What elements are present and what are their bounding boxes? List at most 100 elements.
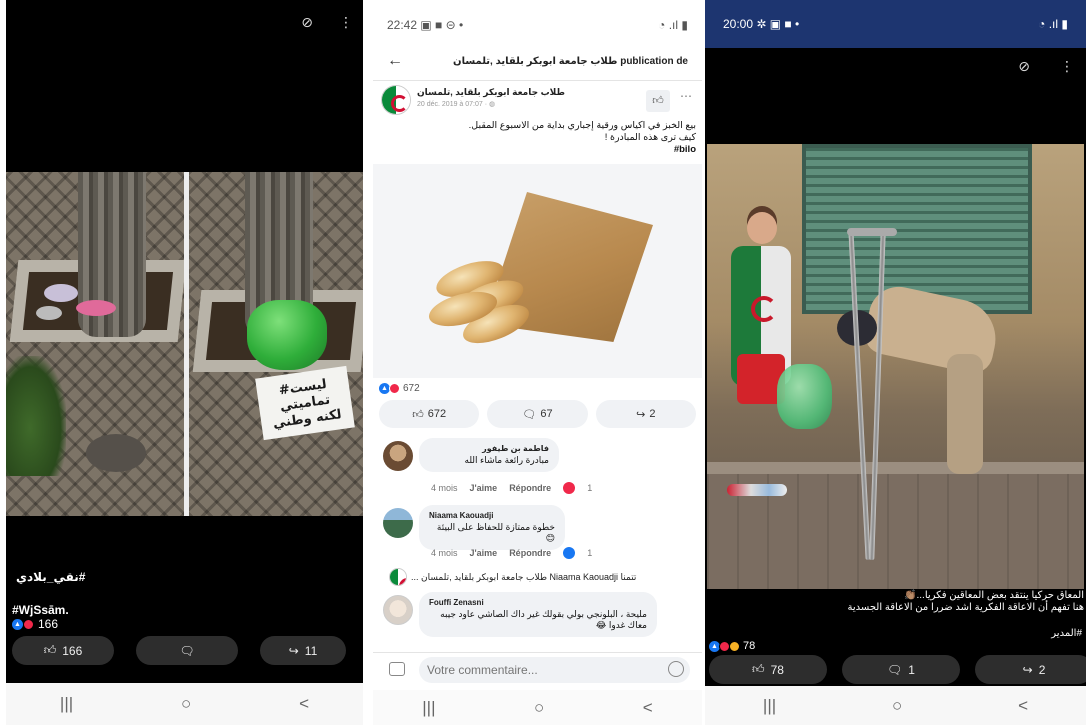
reaction-summary[interactable]: ▲ 672 xyxy=(379,383,420,394)
comment-composer xyxy=(373,652,702,686)
recents-nav-button[interactable]: ||| xyxy=(60,694,73,714)
post-timestamp[interactable]: 20 déc. 2019 à 07:07 · ◍ xyxy=(417,100,495,108)
comment-like-button[interactable]: J'aime xyxy=(470,548,498,558)
haha-reaction-icon xyxy=(729,640,740,652)
comment-meta: 4 mois J'aime Répondre 1 xyxy=(431,547,592,559)
post-hashtag[interactable]: #المدير xyxy=(1051,628,1082,639)
action-bar: 👍︎ 166 🗨︎ ↪ 11 xyxy=(12,636,346,665)
comment-count: 67 xyxy=(540,408,553,420)
author-name[interactable]: طلاب جامعة ابوبكر بلقايد ,تلمسان xyxy=(417,87,565,98)
comment-like-button[interactable]: J'aime xyxy=(470,483,498,493)
comment-bubble[interactable]: Niaama Kaouadji خطوة ممتازة للحفاظ على ا… xyxy=(419,505,565,550)
post-image[interactable] xyxy=(373,164,702,378)
share-button[interactable]: ↪ 2 xyxy=(595,400,696,428)
comment-count: 1 xyxy=(908,662,915,677)
comment-input[interactable] xyxy=(419,657,690,683)
share-button[interactable]: ↪ 11 xyxy=(260,636,346,665)
post-hashtag[interactable]: bilo# xyxy=(383,144,696,156)
status-bar: 20:00 ✲ ▣ ■ • ◔ .ıl ▮ xyxy=(705,0,1086,48)
post-text: بيع الخبز في اكياس ورقية إجباري بداية من… xyxy=(383,120,696,156)
post-text-line-2: كيف ترى هذه المبادرة ! xyxy=(604,132,696,143)
back-arrow-icon[interactable]: ← xyxy=(387,52,403,70)
like-page-button[interactable]: 👍︎ xyxy=(646,90,670,112)
status-time: 20:00 xyxy=(723,17,754,31)
screen-right: 20:00 ✲ ▣ ■ • ◔ .ıl ▮ ⊘ ⋮ المعاق حركيا ي… xyxy=(705,0,1086,725)
post-caption: المعاق حركيا ينتقد بعض المعاقين فكريا...… xyxy=(707,590,1085,614)
comment-text: مليحة ، البلونجي بولي بقولك غير داك الصا… xyxy=(440,609,647,630)
post-author: طلاب جامعة ابوبكر بلقايد ,تلمسان 20 déc.… xyxy=(381,85,692,115)
like-button[interactable]: 👍︎ 672 xyxy=(379,400,480,428)
home-nav-button[interactable]: ○ xyxy=(181,694,191,714)
litter-bottles xyxy=(727,484,787,496)
more-options-icon[interactable]: ⋯ xyxy=(680,89,692,103)
commenter-name[interactable]: Niaama Kaouadji xyxy=(429,511,555,520)
share-count: 11 xyxy=(304,643,318,658)
comment-icon: 🗨︎ xyxy=(887,662,903,677)
comment-button[interactable]: 🗨︎ 67 xyxy=(487,400,588,428)
caption-line-2: هنا تفهم أن الاعاقة الفكرية اشد ضررا من … xyxy=(847,602,1085,613)
emoji-icon[interactable] xyxy=(668,661,684,677)
back-nav-button[interactable]: < xyxy=(643,698,653,718)
caption-line-1: المعاق حركيا ينتقد بعض المعاقين فكريا...… xyxy=(904,590,1084,601)
more-options-icon[interactable]: ⋮ xyxy=(339,14,353,31)
like-button[interactable]: 👍︎ 166 xyxy=(12,636,114,665)
home-nav-button[interactable]: ○ xyxy=(892,696,902,716)
post-caption-hashtag[interactable]: نقي_بلادي# xyxy=(16,570,351,584)
commenter-avatar[interactable] xyxy=(383,595,413,625)
recents-nav-button[interactable]: ||| xyxy=(422,698,435,718)
comment-meta: 4 mois J'aime Répondre 1 xyxy=(431,482,592,494)
comment-icon: 🗨︎ xyxy=(179,643,195,658)
recents-nav-button[interactable]: ||| xyxy=(763,696,776,716)
share-count: 2 xyxy=(1038,662,1046,677)
commenter-avatar[interactable] xyxy=(383,508,413,538)
comment-time: 4 mois xyxy=(431,548,458,558)
comment-button[interactable]: 🗨︎ 1 xyxy=(842,655,960,684)
action-bar: 👍︎ 78 🗨︎ 1 ↪ 2 xyxy=(709,655,1086,684)
commenter-avatar[interactable] xyxy=(383,441,413,471)
comment-bubble[interactable]: Fouffi Zenasni مليحة ، البلونجي بولي بقو… xyxy=(419,592,657,637)
post-text-line-1: بيع الخبز في اكياس ورقية إجباري بداية من… xyxy=(468,120,696,131)
share-icon: ↪ xyxy=(1022,662,1033,677)
comment-reply-button[interactable]: Répondre xyxy=(509,483,551,493)
post-photo[interactable]: #ليست تماميتي لكنه وطني xyxy=(6,172,363,516)
comment-bubble[interactable]: فاطمة بن طيفور مبادرة رائعة ماشاء الله xyxy=(419,438,559,472)
page-avatar xyxy=(389,568,407,586)
comment-reply-button[interactable]: Répondre xyxy=(509,548,551,558)
home-nav-button[interactable]: ○ xyxy=(534,698,544,718)
status-time: 22:42 xyxy=(387,18,418,32)
comment-text: مبادرة رائعة ماشاء الله xyxy=(464,455,550,465)
reaction-summary[interactable]: ▲ 78 xyxy=(709,640,755,652)
screen-left: ⊘ ⋮ #ليست تماميتي لكنه وطني نقي_بلادي# #… xyxy=(6,0,363,725)
shared-reply-line[interactable]: تتمنا Niaama Kaouadji طلاب جامعة ابوبكر … xyxy=(389,568,692,586)
more-options-icon[interactable]: ⋮ xyxy=(1060,58,1074,75)
comment-time: 4 mois xyxy=(431,483,458,493)
share-button[interactable]: ↪ 2 xyxy=(975,655,1086,684)
green-trash-bag xyxy=(777,364,832,429)
post-caption-tag[interactable]: #WjSsām. xyxy=(12,603,69,617)
commenter-name[interactable]: فاطمة بن طيفور xyxy=(429,444,549,453)
share-icon: ↪ xyxy=(288,643,299,658)
crutch-handle xyxy=(847,228,897,236)
photo-after: #ليست تماميتي لكنه وطني xyxy=(189,172,363,516)
status-icons-left: ✲ ▣ ■ • xyxy=(756,17,800,31)
comment: Niaama Kaouadji خطوة ممتازة للحفاظ على ا… xyxy=(383,505,692,565)
page-avatar[interactable] xyxy=(381,85,411,115)
tag-icon[interactable]: ⊘ xyxy=(1018,58,1030,75)
like-button[interactable]: 👍︎ 78 xyxy=(709,655,827,684)
commenter-name[interactable]: Fouffi Zenasni xyxy=(429,598,647,607)
post-photo[interactable] xyxy=(707,144,1084,589)
top-actions: ⊘ ⋮ xyxy=(301,14,353,31)
photo-before xyxy=(6,172,184,516)
love-reaction-icon xyxy=(23,618,34,630)
page-header: ← طلاب جامعة ابوبكر بلقايد ,تلمسان publi… xyxy=(387,52,688,70)
comment-button[interactable]: 🗨︎ xyxy=(136,636,238,665)
top-actions: ⊘ ⋮ xyxy=(1018,58,1074,75)
like-count: 166 xyxy=(62,643,83,658)
comment-text: خطوة ممتازة للحفاظ على البيئة 😊 xyxy=(436,522,555,543)
back-nav-button[interactable]: < xyxy=(299,694,309,714)
back-nav-button[interactable]: < xyxy=(1018,696,1028,716)
camera-icon[interactable] xyxy=(389,662,405,676)
love-reaction-icon xyxy=(389,383,400,394)
reaction-summary[interactable]: ▲ 166 xyxy=(12,617,58,631)
tag-icon[interactable]: ⊘ xyxy=(301,14,313,31)
